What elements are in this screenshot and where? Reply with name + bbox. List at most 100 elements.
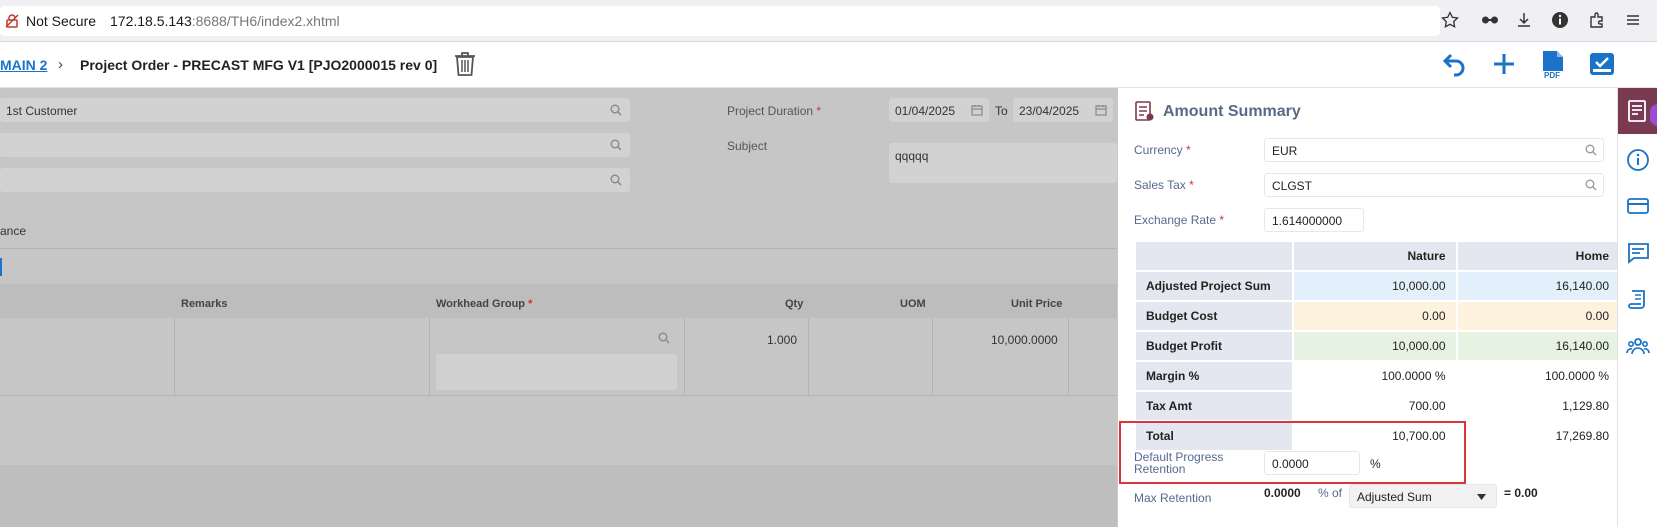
nature-value: 0.00 <box>1294 302 1456 330</box>
exchange-rate-field[interactable]: 1.614000000 <box>1264 208 1364 232</box>
sales-tax-field[interactable]: CLGST <box>1264 173 1604 197</box>
pdf-icon[interactable]: PDF <box>1538 49 1568 79</box>
lookup-field-3[interactable] <box>0 168 630 192</box>
footer-band <box>0 465 1117 527</box>
rail-item-amount-summary[interactable] <box>1618 88 1657 134</box>
currency-value: EUR <box>1272 144 1298 158</box>
retention-basis-dropdown[interactable]: Adjusted Sum <box>1349 484 1497 508</box>
security-label: Not Secure <box>26 13 97 29</box>
home-value: 100.0000 % <box>1457 362 1619 390</box>
pct-of-label: % of <box>1318 486 1343 500</box>
search-icon[interactable] <box>658 332 670 344</box>
currency-field[interactable]: EUR <box>1264 138 1604 162</box>
table-row: Tax Amt 700.00 1,129.80 <box>1136 392 1619 420</box>
table-header: Remarks Workhead Group * Qty UOM Unit Pr… <box>0 284 1117 318</box>
info-circle-icon[interactable] <box>1626 148 1650 172</box>
row-label: Margin % <box>1136 362 1292 390</box>
address-bar[interactable]: Not Secure 172.18.5.143:8688/TH6/index2.… <box>0 6 1440 36</box>
qty-value: 1.000 <box>767 333 798 347</box>
customer-value: 1st Customer <box>6 104 78 118</box>
calculator-doc-icon <box>1628 100 1646 122</box>
highlight-box <box>1119 421 1466 484</box>
col-qty: Qty <box>785 298 804 310</box>
download-icon[interactable] <box>1514 11 1534 31</box>
home-value: 0.00 <box>1457 302 1619 330</box>
date-to-value: 23/04/2025 <box>1019 104 1080 118</box>
workhead-input[interactable] <box>436 354 677 390</box>
search-icon[interactable] <box>1585 144 1597 156</box>
calendar-icon[interactable] <box>1095 104 1107 116</box>
row-label: Budget Profit <box>1136 332 1292 360</box>
breadcrumb-main-link[interactable]: MAIN 2 <box>0 57 47 73</box>
extensions-icon[interactable] <box>1587 11 1607 31</box>
bookmark-star-icon[interactable] <box>1440 10 1460 31</box>
menu-hamburger-icon[interactable] <box>1623 11 1643 31</box>
exchange-rate-label: Exchange Rate * <box>1134 213 1225 227</box>
page-title: Project Order - PRECAST MFG V1 [PJO20000… <box>80 57 438 73</box>
table-row: Adjusted Project Sum 10,000.00 16,140.00 <box>1136 272 1619 300</box>
add-plus-icon[interactable] <box>1489 49 1519 79</box>
row-label: Tax Amt <box>1136 392 1292 420</box>
table-header-row: Nature Home <box>1136 242 1619 270</box>
home-value: 16,140.00 <box>1457 332 1619 360</box>
calculator-doc-icon <box>1135 101 1154 121</box>
trash-icon[interactable] <box>452 50 478 78</box>
svg-text:PDF: PDF <box>1544 71 1560 79</box>
col-nature: Nature <box>1294 242 1456 270</box>
currency-label: Currency * <box>1134 143 1191 157</box>
amount-summary-panel: Amount Summary Currency * EUR Sales Tax … <box>1117 88 1619 527</box>
browser-toolbar: Not Secure 172.18.5.143:8688/TH6/index2.… <box>0 0 1657 42</box>
chevron-right-icon: › <box>58 56 63 73</box>
panel-title: Amount Summary <box>1163 103 1301 120</box>
date-from-field[interactable]: 01/04/2025 <box>889 98 989 122</box>
url-path: :8688/TH6/index2.xhtml <box>191 13 340 29</box>
url-host: 172.18.5.143 <box>110 13 192 29</box>
home-value: 16,140.00 <box>1457 272 1619 300</box>
unit-price-value: 10,000.0000 <box>991 333 1058 347</box>
col-home: Home <box>1457 242 1619 270</box>
partial-tab-label: ance <box>0 224 27 238</box>
right-icon-rail <box>1617 88 1657 527</box>
info-circle-icon[interactable] <box>1550 11 1570 31</box>
nature-value: 100.0000 % <box>1294 362 1456 390</box>
col-unit-price: Unit Price <box>1011 298 1063 310</box>
save-tray-check-icon[interactable] <box>1587 49 1617 79</box>
subject-label: Subject <box>727 139 768 153</box>
date-to-field[interactable]: 23/04/2025 <box>1013 98 1113 122</box>
search-icon[interactable] <box>1585 179 1597 191</box>
basis-value: Adjusted Sum <box>1357 490 1432 504</box>
nature-value: 10,000.00 <box>1294 272 1456 300</box>
url-text[interactable]: 172.18.5.143:8688/TH6/index2.xhtml <box>110 13 340 29</box>
max-retention-label: Max Retention <box>1134 491 1212 505</box>
customer-field[interactable]: 1st Customer <box>0 98 630 122</box>
undo-icon[interactable] <box>1440 49 1470 79</box>
sales-tax-label: Sales Tax * <box>1134 178 1194 192</box>
nature-value: 10,000.00 <box>1294 332 1456 360</box>
scroll-document-icon[interactable] <box>1626 288 1650 312</box>
subject-value: qqqqq <box>895 149 929 163</box>
lookup-field-2[interactable] <box>0 133 630 157</box>
reader-glasses-icon[interactable] <box>1480 11 1500 31</box>
main-form-overlay: 1st Customer Project Duration * 01/04/20… <box>0 88 1117 527</box>
col-workhead-group: Workhead Group * <box>436 298 533 310</box>
search-icon[interactable] <box>610 104 622 116</box>
search-icon[interactable] <box>610 174 622 186</box>
search-icon[interactable] <box>610 139 622 151</box>
credit-card-icon[interactable] <box>1626 194 1650 218</box>
table-row: Budget Profit 10,000.00 16,140.00 <box>1136 332 1619 360</box>
max-retention-value: 0.0000 <box>1264 486 1301 500</box>
comment-list-icon[interactable] <box>1626 241 1650 265</box>
broken-lock-icon <box>5 14 19 28</box>
security-indicator[interactable]: Not Secure <box>4 13 96 29</box>
sales-tax-value: CLGST <box>1272 179 1313 193</box>
team-users-icon[interactable] <box>1626 334 1650 358</box>
table-row[interactable]: 1.000 10,000.0000 <box>0 318 1117 396</box>
subject-field[interactable]: qqqqq <box>889 143 1117 183</box>
row-label: Budget Cost <box>1136 302 1292 330</box>
calendar-icon[interactable] <box>971 104 983 116</box>
col-uom: UOM <box>900 298 926 310</box>
caret-down-icon <box>1477 494 1486 500</box>
date-from-value: 01/04/2025 <box>895 104 956 118</box>
table-toolbar <box>0 248 1117 283</box>
col-remarks: Remarks <box>181 298 228 310</box>
